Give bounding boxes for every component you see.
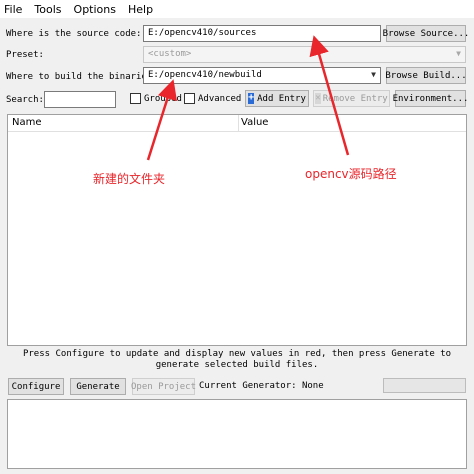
checkbox-box[interactable] [130,93,141,104]
source-path-annotation: opencv源码路径 [305,167,397,181]
menu-bar: File Tools Options Help [0,0,474,18]
configure-hint: Press Configure to update and display ne… [22,349,452,370]
column-name[interactable]: Name [12,117,42,128]
open-project-button[interactable]: Open Project [131,378,196,395]
preset-label: Preset: [6,50,44,60]
checkbox-box[interactable] [184,93,195,104]
table-header: Name Value [8,115,466,132]
add-entry-label: Add Entry [257,93,306,104]
grouped-checkbox[interactable]: Grouped [130,93,182,104]
chevron-down-icon: ▼ [456,49,461,58]
browse-source-button[interactable]: Browse Source... [383,25,469,42]
source-input[interactable]: E:/opencv410/sources [143,25,381,42]
search-input[interactable] [44,91,116,108]
menu-help[interactable]: Help [128,3,153,16]
menu-file[interactable]: File [4,3,22,16]
source-value: E:/opencv410/sources [148,28,257,38]
preset-value: <custom> [148,49,192,59]
preset-select[interactable]: <custom> ▼ [143,46,466,63]
remove-entry-label: Remove Entry [322,93,388,104]
source-label: Where is the source code: [6,29,142,39]
plus-icon: + [248,92,255,104]
environment-button[interactable]: Environment... [393,90,468,107]
search-label: Search: [6,95,44,105]
configure-button[interactable]: Configure [8,378,64,395]
remove-icon: ✕ [315,93,321,104]
progress-bar [383,378,466,393]
build-input[interactable]: E:/opencv410/newbuild ▼ [143,67,381,84]
menu-options[interactable]: Options [74,3,116,16]
advanced-checkbox[interactable]: Advanced [184,93,241,104]
column-divider[interactable] [238,115,239,132]
remove-entry-button[interactable]: ✕ Remove Entry [313,90,390,107]
cache-table[interactable]: Name Value [7,114,467,346]
add-entry-button[interactable]: + Add Entry [245,90,309,107]
menu-tools[interactable]: Tools [34,3,61,16]
generate-button[interactable]: Generate [70,378,126,395]
grouped-label: Grouped [144,93,182,104]
build-folder-annotation: 新建的文件夹 [93,172,166,186]
build-label: Where to build the binaries: [6,72,158,82]
browse-build-button[interactable]: Browse Build... [385,67,467,84]
column-value[interactable]: Value [241,117,268,128]
advanced-label: Advanced [198,93,242,104]
build-value: E:/opencv410/newbuild [148,70,262,80]
output-log[interactable] [7,399,467,469]
chevron-down-icon[interactable]: ▼ [371,70,376,79]
current-generator: Current Generator: None [199,381,324,391]
